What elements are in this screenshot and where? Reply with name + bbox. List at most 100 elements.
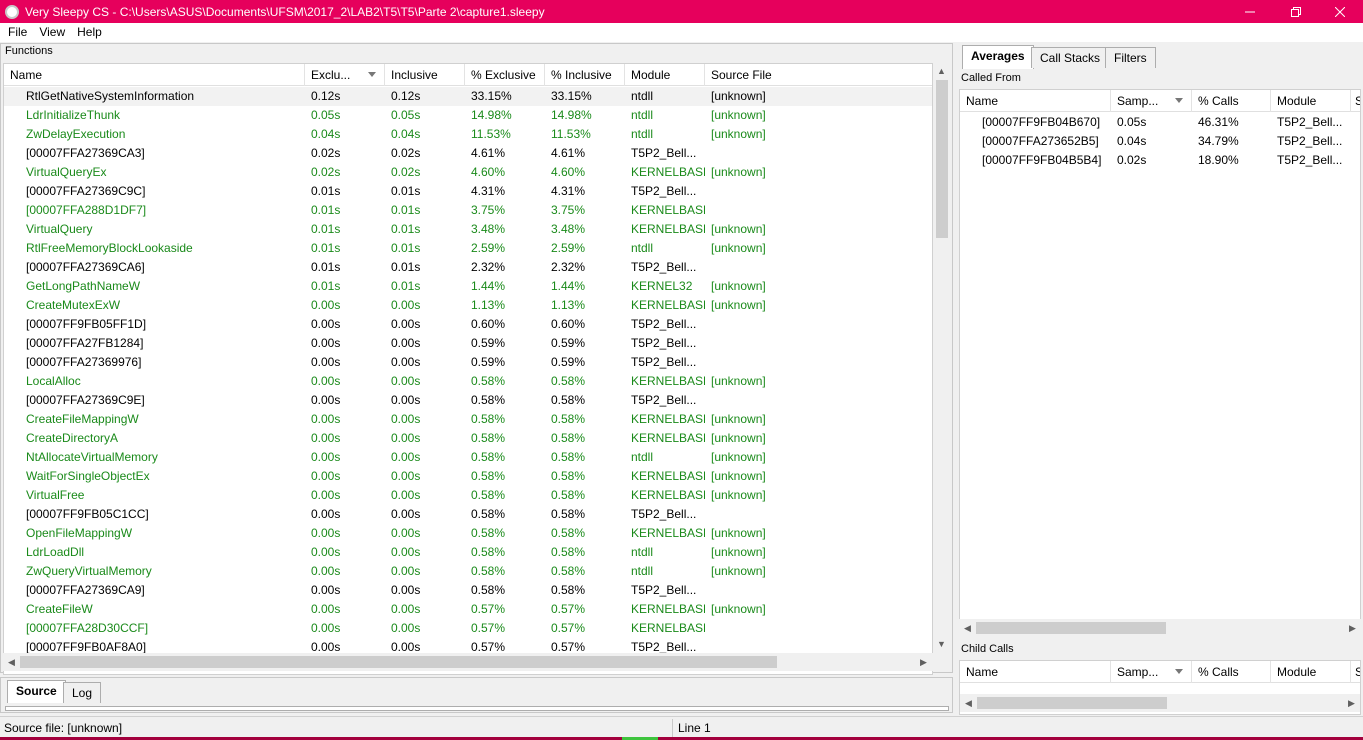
scroll-left-icon[interactable]: ◀ [3,657,20,667]
scroll-right-icon[interactable]: ▶ [915,657,932,667]
table-row[interactable]: [00007FFA27FB1284] 0.00s 0.00s 0.59% 0.59% T5… [4,334,932,353]
col-pct-inclusive[interactable]: % Inclusive [545,64,625,86]
exclusive-time: 0.02s [311,146,341,160]
cf-col-module[interactable]: Module [1271,90,1351,112]
col-name[interactable]: Name [4,64,305,86]
table-row[interactable]: CreateFileMappingW 0.00s 0.00s 0.58% 0.58% KE… [4,410,932,429]
tab-source[interactable]: Source [7,680,66,703]
table-row[interactable]: VirtualQueryEx 0.02s 0.02s 4.60% 4.60% KERNEL… [4,163,932,182]
table-row[interactable]: ZwDelayExecution 0.04s 0.04s 11.53% 11.53% nt… [4,125,932,144]
table-row[interactable]: [00007FFA27369CA9] 0.00s 0.00s 0.58% 0.58% T5… [4,581,932,600]
cf-col-extra[interactable]: S [1351,90,1360,112]
cc-col-pct-calls[interactable]: % Calls [1192,661,1271,683]
title-bar[interactable]: Very Sleepy CS - C:\Users\ASUS\Documents… [0,0,1363,23]
pct-inclusive: 0.58% [551,393,586,407]
table-row[interactable]: RtlGetNativeSystemInformation 0.12s 0.12s 3… [4,87,932,106]
cf-col-name[interactable]: Name [960,90,1111,112]
table-row[interactable]: [00007FFA288D1DF7] 0.01s 0.01s 3.75% 3.75% KE… [4,201,932,220]
tab-filters[interactable]: Filters [1105,47,1156,68]
source-file: [unknown] [711,488,766,502]
source-file: [unknown] [711,602,766,616]
table-row[interactable]: [00007FF9FB05FF1D] 0.00s 0.00s 0.60% 0.60% T5… [4,315,932,334]
called-from-table[interactable]: Name Samp... % Calls Module S [00007FF9F… [959,89,1361,637]
table-row[interactable]: NtAllocateVirtualMemory 0.00s 0.00s 0.58% 0.… [4,448,932,467]
menu-file[interactable]: File [2,23,33,42]
scroll-up-icon[interactable]: ▲ [933,66,950,76]
table-row[interactable]: [00007FFA27369C9C] 0.01s 0.01s 4.31% 4.31% T5… [4,182,932,201]
cf-col-pct-calls[interactable]: % Calls [1192,90,1271,112]
menu-help[interactable]: Help [71,23,108,42]
col-source-file[interactable]: Source File [705,64,932,86]
pct-exclusive: 0.57% [471,621,506,635]
scroll-right-icon[interactable]: ▶ [1343,698,1360,708]
functions-vscroll-thumb[interactable] [936,80,948,238]
table-row[interactable]: [00007FFA28D30CCF] 0.00s 0.00s 0.57% 0.57% KE… [4,619,932,638]
table-row[interactable]: [00007FF9FB04B670] 0.05s 46.31% T5P2_Bell..… [960,113,1360,132]
inclusive-time: 0.00s [391,583,421,597]
module-name: KERNELBASE [631,469,705,483]
table-row[interactable]: LdrLoadDll 0.00s 0.00s 0.58% 0.58% ntdll [unkn… [4,543,932,562]
pct-exclusive: 0.59% [471,336,506,350]
table-row[interactable]: GetLongPathNameW 0.01s 0.01s 1.44% 1.44% KERN… [4,277,932,296]
functions-hscrollbar[interactable]: ◀ ▶ [3,653,933,671]
functions-vscrollbar[interactable]: ▲ ▼ [933,63,951,653]
table-row[interactable]: VirtualFree 0.00s 0.00s 0.58% 0.58% KERNELBAS… [4,486,932,505]
table-row[interactable]: CreateFileW 0.00s 0.00s 0.57% 0.57% KERNELBAS… [4,600,932,619]
table-row[interactable]: [00007FFA27369CA3] 0.02s 0.02s 4.61% 4.61% T5… [4,144,932,163]
table-row[interactable]: [00007FFA273652B5] 0.04s 34.79% T5P2_Bell..… [960,132,1360,151]
inclusive-time: 0.00s [391,488,421,502]
col-exclusive[interactable]: Exclu... [305,64,385,86]
col-pct-exclusive[interactable]: % Exclusive [465,64,545,86]
pct-exclusive: 0.58% [471,583,506,597]
pct-exclusive: 0.57% [471,602,506,616]
function-name: [00007FFA27369C9E] [26,393,145,407]
functions-hscroll-thumb[interactable] [20,656,777,668]
window-title: Very Sleepy CS - C:\Users\ASUS\Documents… [25,4,545,19]
scroll-down-icon[interactable]: ▼ [933,639,950,649]
menu-bar: File View Help [0,23,1363,42]
tab-averages[interactable]: Averages [962,45,1034,69]
source-file: [unknown] [711,469,766,483]
cc-col-extra[interactable]: S [1351,661,1360,683]
scroll-right-icon[interactable]: ▶ [1344,623,1361,633]
right-panel: Averages Call Stacks Filters Called From… [957,43,1363,715]
child-calls-hscroll-thumb[interactable] [977,697,1167,709]
tab-call-stacks[interactable]: Call Stacks [1031,47,1110,68]
exclusive-time: 0.00s [311,469,341,483]
table-row[interactable]: LdrInitializeThunk 0.05s 0.05s 14.98% 14.98%… [4,106,932,125]
table-row[interactable]: VirtualQuery 0.01s 0.01s 3.48% 3.48% KERNELBA… [4,220,932,239]
cc-col-samples[interactable]: Samp... [1111,661,1192,683]
called-from-hscrollbar[interactable]: ◀ ▶ [959,619,1361,637]
child-calls-table[interactable]: Name Samp... % Calls Module S ◀ ▶ [959,660,1361,715]
menu-view[interactable]: View [33,23,71,42]
source-view[interactable] [5,706,949,711]
restore-button[interactable] [1273,0,1319,23]
scroll-left-icon[interactable]: ◀ [960,698,977,708]
minimize-button[interactable] [1227,0,1273,23]
col-inclusive[interactable]: Inclusive [385,64,465,86]
table-row[interactable]: [00007FFA27369C9E] 0.00s 0.00s 0.58% 0.58% T5… [4,391,932,410]
table-row[interactable]: [00007FFA27369CA6] 0.01s 0.01s 2.32% 2.32% T5… [4,258,932,277]
col-module[interactable]: Module [625,64,705,86]
table-row[interactable]: CreateMutexExW 0.00s 0.00s 1.13% 1.13% KERNEL… [4,296,932,315]
cf-col-samples[interactable]: Samp... [1111,90,1192,112]
table-row[interactable]: RtlFreeMemoryBlockLookaside 0.01s 0.01s 2.5… [4,239,932,258]
tab-log[interactable]: Log [63,682,102,703]
called-from-hscroll-thumb[interactable] [976,622,1166,634]
table-row[interactable]: [00007FFA27369976] 0.00s 0.00s 0.59% 0.59% T5… [4,353,932,372]
close-button[interactable] [1317,0,1363,23]
table-row[interactable]: OpenFileMappingW 0.00s 0.00s 0.58% 0.58% KERN… [4,524,932,543]
exclusive-time: 0.00s [311,488,341,502]
table-row[interactable]: WaitForSingleObjectEx 0.00s 0.00s 0.58% 0.58… [4,467,932,486]
cc-col-name[interactable]: Name [960,661,1111,683]
table-row[interactable]: ZwQueryVirtualMemory 0.00s 0.00s 0.58% 0.58%… [4,562,932,581]
scroll-left-icon[interactable]: ◀ [959,623,976,633]
table-row[interactable]: [00007FF9FB05C1CC] 0.00s 0.00s 0.58% 0.58% T5… [4,505,932,524]
child-calls-hscrollbar[interactable]: ◀ ▶ [960,694,1360,712]
tab-call-stacks-label: Call Stacks [1040,51,1101,65]
functions-table[interactable]: Name Exclu... Inclusive % Exclusive % In… [3,63,933,675]
table-row[interactable]: LocalAlloc 0.00s 0.00s 0.58% 0.58% KERNELBASE… [4,372,932,391]
table-row[interactable]: CreateDirectoryA 0.00s 0.00s 0.58% 0.58% KERN… [4,429,932,448]
table-row[interactable]: [00007FF9FB04B5B4] 0.02s 18.90% T5P2_Bell..… [960,151,1360,170]
cc-col-module[interactable]: Module [1271,661,1351,683]
